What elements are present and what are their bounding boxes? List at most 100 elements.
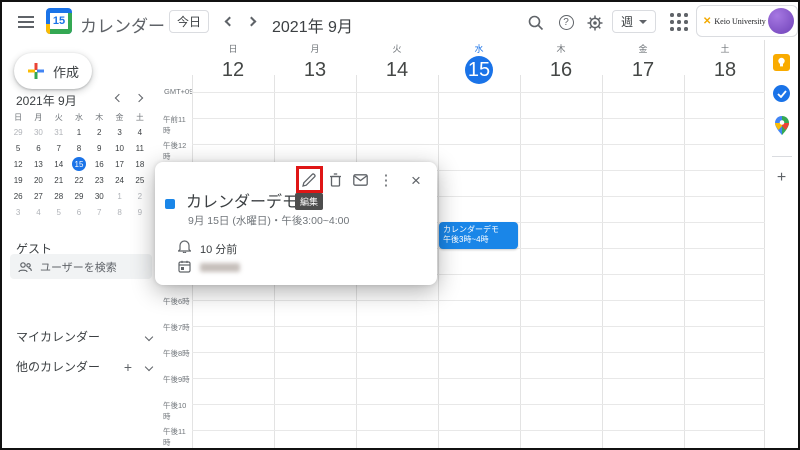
delete-trash-icon[interactable]	[325, 170, 345, 190]
mini-calendar-day[interactable]: 10	[109, 140, 129, 156]
mini-calendar-prev-icon[interactable]	[115, 94, 123, 102]
view-selector-label: 週	[621, 13, 633, 30]
tasks-icon[interactable]	[773, 85, 790, 102]
mini-calendar-day[interactable]: 4	[28, 204, 48, 220]
calendar-event[interactable]: カレンダーデモ午後3時~4時	[439, 222, 518, 249]
mini-calendar: 日月火水木金土293031123456789101112131415161718…	[8, 110, 150, 220]
other-calendars-section[interactable]: 他のカレンダー +	[16, 358, 152, 375]
mini-calendar-day[interactable]: 6	[69, 204, 89, 220]
mini-calendar-day[interactable]: 30	[89, 188, 109, 204]
mini-calendar-day[interactable]: 7	[49, 140, 69, 156]
create-button[interactable]: 作成	[14, 53, 92, 89]
mini-calendar-weekday: 水	[69, 110, 89, 124]
settings-gear-icon[interactable]	[586, 14, 604, 32]
mini-calendar-day[interactable]: 20	[28, 172, 48, 188]
mini-calendar-day[interactable]: 9	[89, 140, 109, 156]
grid-vline	[684, 75, 685, 448]
mini-calendar-day[interactable]: 30	[28, 124, 48, 140]
mini-calendar-weekday: 火	[49, 110, 69, 124]
mini-calendar-day[interactable]: 15	[69, 156, 89, 172]
day-header-16[interactable]: 木16	[520, 42, 602, 84]
reminder-text: 10 分前	[200, 241, 237, 257]
avatar[interactable]	[768, 8, 794, 34]
day-header-17[interactable]: 金17	[602, 42, 684, 84]
day-header-12[interactable]: 日12	[192, 42, 274, 84]
mini-calendar-day[interactable]: 5	[8, 140, 28, 156]
mini-calendar-day[interactable]: 11	[130, 140, 150, 156]
today-button[interactable]: 今日	[169, 10, 209, 33]
mini-calendar-day[interactable]: 24	[109, 172, 129, 188]
mini-calendar-day[interactable]: 22	[69, 172, 89, 188]
mini-calendar-day[interactable]: 31	[49, 124, 69, 140]
prev-week-icon[interactable]	[225, 17, 235, 27]
close-icon[interactable]: ×	[406, 170, 426, 190]
event-color-swatch	[165, 199, 175, 209]
keep-icon[interactable]	[773, 54, 790, 71]
chevron-down-icon[interactable]	[145, 332, 153, 340]
header-bar: 15 カレンダー 今日 2021年 9月 ? 週 ✕ Keio Universi…	[2, 2, 798, 40]
left-sidebar: 作成 2021年 9月 日月火水木金土293031123456789101112…	[2, 40, 160, 448]
mini-calendar-day[interactable]: 18	[130, 156, 150, 172]
day-header-15[interactable]: 水15	[438, 42, 520, 84]
hamburger-menu-icon[interactable]	[18, 16, 34, 28]
mini-calendar-day[interactable]: 9	[130, 204, 150, 220]
mini-calendar-day[interactable]: 13	[28, 156, 48, 172]
mini-calendar-day[interactable]: 8	[69, 140, 89, 156]
day-header-13[interactable]: 月13	[274, 42, 356, 84]
calendar-logo-icon[interactable]: 15	[46, 8, 72, 34]
mini-calendar-day[interactable]: 6	[28, 140, 48, 156]
email-envelope-icon[interactable]	[350, 170, 370, 190]
mini-calendar-day[interactable]: 12	[8, 156, 28, 172]
account-chip[interactable]: ✕ Keio University	[696, 5, 798, 37]
mini-calendar-day[interactable]: 29	[8, 124, 28, 140]
chevron-down-icon[interactable]	[145, 362, 153, 370]
logo-day-number: 15	[50, 13, 68, 29]
grid-hline	[192, 404, 765, 405]
mini-calendar-day[interactable]: 23	[89, 172, 109, 188]
search-users-input[interactable]: ユーザーを検索	[10, 254, 152, 279]
hour-label: 午後7時	[163, 322, 193, 333]
create-button-label: 作成	[53, 62, 79, 81]
mini-calendar-day[interactable]: 19	[8, 172, 28, 188]
my-calendars-section[interactable]: マイカレンダー	[16, 328, 152, 345]
mini-calendar-day[interactable]: 2	[130, 188, 150, 204]
other-calendars-label: 他のカレンダー	[16, 358, 100, 375]
mini-calendar-day[interactable]: 17	[109, 156, 129, 172]
help-icon[interactable]: ?	[557, 14, 575, 32]
view-selector-dropdown[interactable]: 週	[612, 10, 656, 33]
org-logo-icon: ✕	[703, 16, 711, 27]
mini-calendar-day[interactable]: 8	[109, 204, 129, 220]
mini-calendar-title: 2021年 9月	[16, 92, 77, 109]
mini-calendar-day[interactable]: 4	[130, 124, 150, 140]
search-icon[interactable]	[527, 14, 545, 32]
mini-calendar-day[interactable]: 26	[8, 188, 28, 204]
mini-calendar-day[interactable]: 3	[8, 204, 28, 220]
mini-calendar-day[interactable]: 5	[49, 204, 69, 220]
mini-calendar-day[interactable]: 1	[109, 188, 129, 204]
mini-calendar-day[interactable]: 25	[130, 172, 150, 188]
mini-calendar-day[interactable]: 7	[89, 204, 109, 220]
right-side-panel: +	[765, 40, 798, 448]
account-name: Keio University	[714, 17, 765, 26]
event-block-title: カレンダーデモ	[443, 225, 514, 235]
mini-calendar-day[interactable]: 27	[28, 188, 48, 204]
mini-calendar-day[interactable]: 1	[69, 124, 89, 140]
grid-vline	[602, 75, 603, 448]
get-add-ons-icon[interactable]: +	[777, 169, 786, 187]
day-header-14[interactable]: 火14	[356, 42, 438, 84]
mini-calendar-day[interactable]: 28	[49, 188, 69, 204]
next-week-icon[interactable]	[247, 17, 257, 27]
mini-calendar-day[interactable]: 2	[89, 124, 109, 140]
more-options-kebab-icon[interactable]: ⋮	[376, 170, 396, 190]
day-header-18[interactable]: 土18	[684, 42, 766, 84]
mini-calendar-day[interactable]: 14	[49, 156, 69, 172]
mini-calendar-day[interactable]: 16	[89, 156, 109, 172]
edit-pencil-icon[interactable]	[299, 170, 319, 190]
mini-calendar-next-icon[interactable]	[135, 94, 143, 102]
mini-calendar-day[interactable]: 3	[109, 124, 129, 140]
maps-icon[interactable]	[775, 116, 789, 140]
mini-calendar-day[interactable]: 29	[69, 188, 89, 204]
add-calendar-icon[interactable]: +	[124, 359, 132, 375]
mini-calendar-day[interactable]: 21	[49, 172, 69, 188]
google-apps-icon[interactable]	[670, 13, 688, 31]
